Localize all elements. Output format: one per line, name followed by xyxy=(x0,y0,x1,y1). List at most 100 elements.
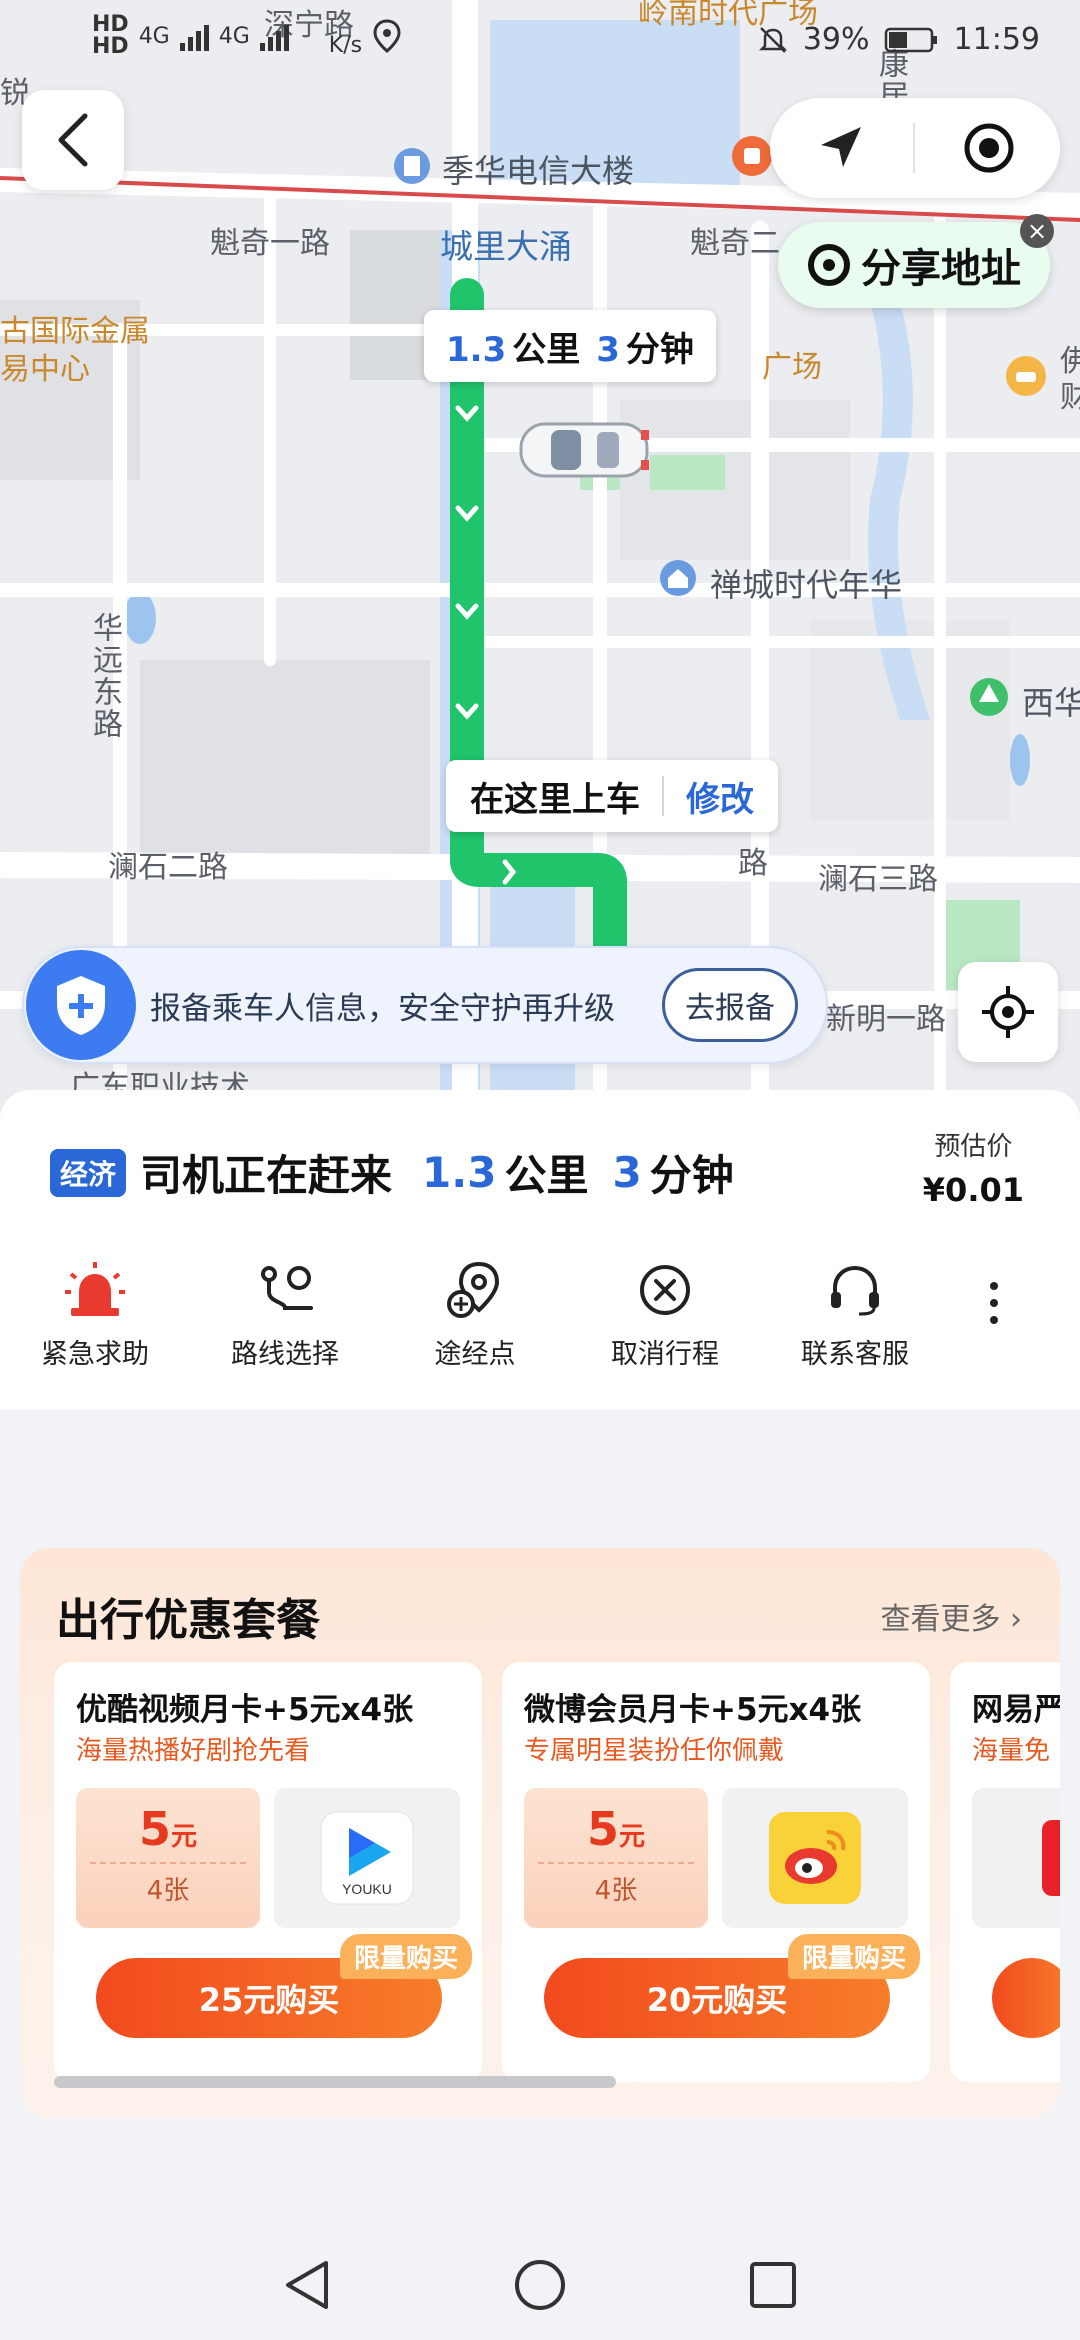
trip-distance: 1.3 xyxy=(422,1148,497,1197)
clock: 11:59 xyxy=(953,22,1040,57)
buy-button-partial[interactable] xyxy=(992,1958,1060,2038)
waypoint-button[interactable]: 途经点 xyxy=(380,1258,570,1371)
signal-bars-icon-2 xyxy=(259,21,289,51)
trip-status: 司机正在赶来 xyxy=(140,1151,393,1200)
chevron-left-icon xyxy=(58,113,88,167)
map-label-huayuan-road: 华远东路 xyxy=(87,612,122,740)
map-label-xihua: 西华 xyxy=(1022,684,1080,722)
cancel-trip-button[interactable]: 取消行程 xyxy=(570,1258,760,1371)
trip-status-row: 经济 司机正在赶来 1.3 公里 3 分钟 xyxy=(50,1142,758,1203)
deal-card-netease[interactable]: 网易严 海量免 xyxy=(950,1662,1060,2082)
customer-service-button[interactable]: 联系客服 xyxy=(760,1258,950,1371)
see-more-label: 查看更多 xyxy=(880,1602,1001,1637)
location-pin-icon xyxy=(373,19,401,53)
car-icon xyxy=(519,422,649,478)
mute-bell-icon xyxy=(758,26,787,53)
travel-deals-section: 出行优惠套餐 查看更多 › 优酷视频月卡+5元x4张 海量热播好剧抢先看 5元 … xyxy=(20,1548,1060,2118)
youku-logo: YOUKU xyxy=(274,1788,460,1928)
netease-logo xyxy=(972,1788,1060,1928)
trip-distance-unit: 公里 xyxy=(504,1151,589,1200)
battery-icon xyxy=(884,27,937,52)
home-poi-icon xyxy=(660,560,696,596)
nav-recents-icon[interactable] xyxy=(748,2260,798,2310)
deal-title: 微博会员月卡+5元x4张 xyxy=(524,1692,862,1728)
nav-back-icon[interactable] xyxy=(282,2257,332,2313)
pickup-label: 在这里上车 xyxy=(470,779,640,820)
map-label-edge-right-2: 财 xyxy=(1060,380,1080,415)
share-address-label: 分享地址 xyxy=(861,246,1021,292)
cancel-icon xyxy=(640,1265,690,1315)
shop-poi-icon xyxy=(1006,356,1046,396)
waypoint-icon xyxy=(447,1261,500,1318)
coupon-unit: 元 xyxy=(619,1822,646,1852)
food-poi-icon xyxy=(732,136,772,176)
net-speed: K/s xyxy=(328,32,363,58)
map-label-xinming-road: 新明一路 xyxy=(826,1002,946,1037)
cancel-trip-label: 取消行程 xyxy=(611,1339,719,1370)
coupon-amount: 5 xyxy=(586,1802,619,1856)
estimated-price[interactable]: 预估价 ¥0.01 xyxy=(923,1126,1024,1209)
headset-icon xyxy=(831,1265,879,1316)
promo-title: 出行优惠套餐 xyxy=(56,1595,320,1646)
map-label-lanshi-road-3: 澜石三路 xyxy=(818,862,938,897)
map-view[interactable]: 深宁路 岭南时代广场 康居街 季华电信大楼 魁奇一路 城里大涌 魁奇二 古国际金… xyxy=(0,0,1080,1110)
eta-distance-unit: 公里 xyxy=(512,329,581,370)
trip-actions: 紧急求助 路线选择 途经点 取消行程 联系客服 xyxy=(0,1258,1080,1371)
coupon-box: 5元 4张 xyxy=(76,1788,260,1928)
alarm-icon xyxy=(65,1262,125,1316)
eta-distance: 1.3 xyxy=(446,329,507,370)
target-icon[interactable] xyxy=(961,120,1017,176)
report-passenger-banner[interactable]: 报备乘车人信息，安全守护再升级 去报备 xyxy=(22,946,828,1064)
emergency-help-button[interactable]: 紧急求助 xyxy=(0,1258,190,1371)
nav-home-icon[interactable] xyxy=(512,2257,568,2313)
map-label-plaza-right: 广场 xyxy=(762,350,822,385)
coupon-box: 5元 4张 xyxy=(524,1788,708,1928)
eta-bubble: 1.3 公里 3 分钟 xyxy=(424,310,716,382)
coupon-count: 4张 xyxy=(146,1876,190,1906)
eta-minutes-unit: 分钟 xyxy=(625,329,694,370)
coupon-count: 4张 xyxy=(594,1876,638,1906)
netease-icon xyxy=(1042,1820,1060,1896)
route-icon xyxy=(261,1266,313,1310)
back-button[interactable] xyxy=(22,90,124,190)
map-label-kuiqi-road-1: 魁奇一路 xyxy=(210,226,330,261)
map-label-chancheng-plaza: 禅城时代年华 xyxy=(710,566,903,604)
shield-icon xyxy=(26,950,136,1060)
route-select-label: 路线选择 xyxy=(231,1339,339,1370)
deal-card-youku[interactable]: 优酷视频月卡+5元x4张 海量热播好剧抢先看 5元 4张 YOUKU 25元购买… xyxy=(54,1662,482,2082)
navigate-arrow-icon[interactable] xyxy=(813,121,867,175)
map-label-lanshi-road-2: 澜石二路 xyxy=(108,850,228,885)
pickup-bubble: 在这里上车 修改 xyxy=(446,760,778,832)
limited-badge: 限量购买 xyxy=(788,1934,921,1979)
youku-icon: YOUKU xyxy=(320,1811,414,1905)
weibo-logo xyxy=(722,1788,908,1928)
weibo-icon xyxy=(769,1812,861,1904)
trip-panel: 经济 司机正在赶来 1.3 公里 3 分钟 预估价 ¥0.01 紧急求助 路线选… xyxy=(0,1090,1080,1410)
trip-minutes-unit: 分钟 xyxy=(649,1151,734,1200)
chevron-right-icon: › xyxy=(1010,1602,1022,1637)
report-button[interactable]: 去报备 xyxy=(662,968,798,1042)
locate-me-button[interactable] xyxy=(958,962,1058,1062)
network-hd-2: HD xyxy=(92,34,129,59)
deal-card-weibo[interactable]: 微博会员月卡+5元x4张 专属明星装扮任你佩戴 5元 4张 20元购买 限量购买 xyxy=(502,1662,930,2082)
price-value: ¥0.01 xyxy=(922,1171,1024,1209)
more-options-icon[interactable] xyxy=(990,1282,998,1324)
system-nav-bar xyxy=(0,2230,1080,2340)
price-label: 预估价 xyxy=(934,1132,1013,1162)
pickup-edit-link[interactable]: 修改 xyxy=(686,772,754,821)
share-address-button[interactable]: 分享地址 xyxy=(778,222,1050,308)
youku-brand-text: YOUKU xyxy=(342,1881,392,1897)
share-close-icon[interactable]: × xyxy=(1020,214,1054,248)
see-more-link[interactable]: 查看更多 › xyxy=(880,1594,1022,1638)
map-tools-pill xyxy=(770,98,1060,198)
economy-tag: 经济 xyxy=(50,1148,127,1197)
deal-subtitle: 海量免 xyxy=(972,1736,1051,1766)
map-label-jihua-building: 季华电信大楼 xyxy=(442,152,635,190)
route-select-button[interactable]: 路线选择 xyxy=(190,1258,380,1371)
signal-4g-2: 4G xyxy=(218,23,250,49)
horizontal-scrollbar[interactable] xyxy=(54,2076,616,2088)
emergency-help-label: 紧急求助 xyxy=(41,1339,149,1370)
customer-service-label: 联系客服 xyxy=(801,1339,909,1370)
network-hd-1: HD xyxy=(92,12,129,37)
park-poi-icon xyxy=(970,678,1008,716)
